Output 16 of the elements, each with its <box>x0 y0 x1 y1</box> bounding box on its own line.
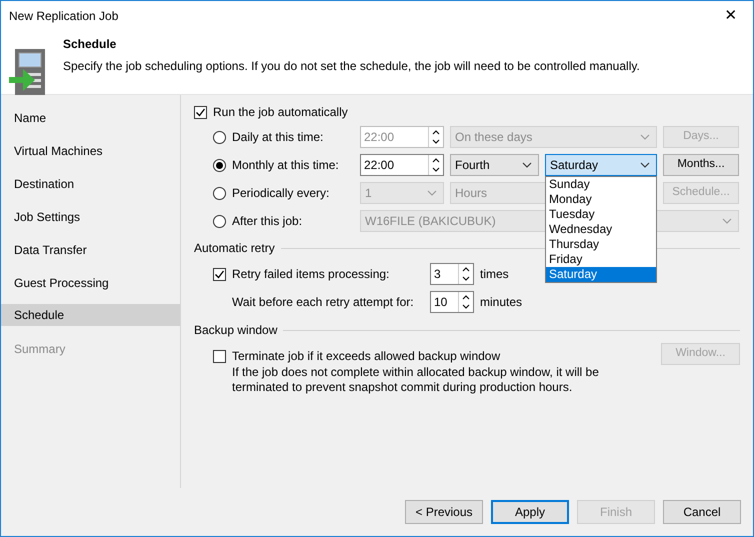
section-title: Automatic retry <box>194 240 275 257</box>
radio-label: Monthly at this time: <box>232 157 339 174</box>
header-description: Specify the job scheduling options. If you do not set the schedule, the job will need to be controlled manually. <box>63 58 640 75</box>
radio-label: Daily at this time: <box>232 129 324 146</box>
unit-label: times <box>480 266 509 283</box>
field-label: Wait before each retry attempt for: <box>232 294 414 311</box>
description-text: If the job does not complete within allocated backup window, it will be terminated to prevent snapshot commit during production hours. <box>232 365 600 395</box>
checkbox-label: Run the job automatically <box>213 104 348 121</box>
radio-label: Periodically every: <box>232 185 330 202</box>
unit-label: minutes <box>480 294 522 311</box>
section-title: Backup window <box>194 322 278 339</box>
radio-label: After this job: <box>232 213 302 230</box>
window-title: New Replication Job <box>9 8 118 25</box>
checkbox-label: Retry failed items processing: <box>232 266 390 283</box>
header-title: Schedule <box>63 36 118 53</box>
checkbox-label: Terminate job if it exceeds allowed backup window <box>232 348 500 365</box>
